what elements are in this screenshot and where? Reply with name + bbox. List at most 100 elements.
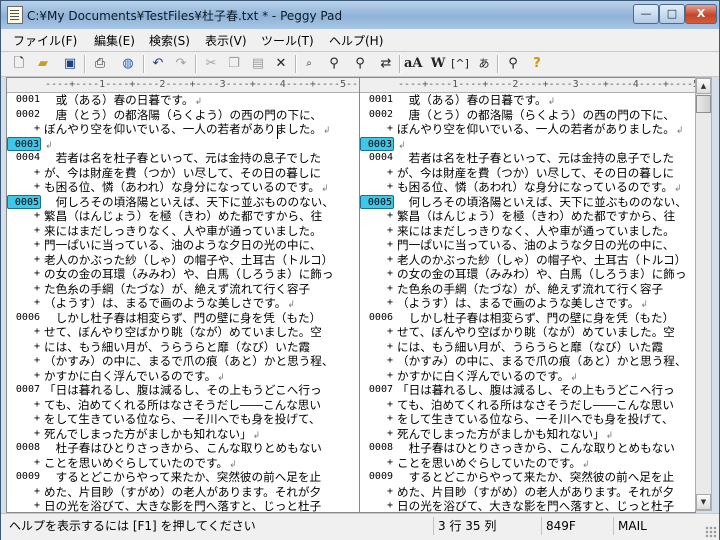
text-line[interactable]: ↲: [397, 137, 406, 152]
text-line[interactable]: には、もう細い月が、うらうらと靡（なび）いた霞: [397, 340, 663, 355]
text-line[interactable]: 繁昌（はんじょう）を極（きわ）めた都ですから、往: [44, 209, 322, 224]
text-line[interactable]: 老人のかぶった紗（しゃ）の帽子や、土耳古（トルコ）: [397, 253, 686, 268]
text-line[interactable]: 或（ある）春の日暮です。↲: [44, 93, 203, 108]
undo-icon[interactable]: ↶: [149, 55, 167, 73]
text-line[interactable]: かすかに白く浮んでいるのです。↲: [44, 369, 225, 384]
text-line[interactable]: 「日は暮れるし、腹は減るし、その上もうどこへ行っ: [397, 383, 675, 398]
maximize-button[interactable]: □: [659, 4, 685, 24]
text-line[interactable]: 何しろその頃洛陽といえば、天下に並ぶもののない、: [44, 195, 334, 210]
text-line[interactable]: をして生きている位なら、一そ川へでも身を投げて、: [397, 412, 674, 427]
delete-icon[interactable]: ✕: [272, 55, 290, 73]
ruby-icon[interactable]: あ: [475, 55, 493, 73]
text-line[interactable]: 若者は名を杜子春といって、元は金持の息子でした: [397, 151, 675, 166]
text-line[interactable]: ことを思いめぐらしていたのです。↲: [397, 456, 590, 471]
paste-icon[interactable]: ▤: [249, 55, 267, 73]
text-line[interactable]: の女の金の耳環（みみわ）や、白馬（しろうま）に飾っ: [397, 267, 687, 282]
text-line[interactable]: 杜子春はひとりさっきから、こんな取りとめもない: [44, 441, 322, 456]
cut-icon[interactable]: ✂: [202, 55, 220, 73]
text-line[interactable]: 唐（とう）の都洛陽（らくよう）の西の門の下に、: [44, 108, 322, 123]
text-line[interactable]: 若者は名を杜子春といって、元は金持の息子でした: [44, 151, 322, 166]
text-line[interactable]: 門一ぱいに当っている、油のような夕日の光の中に、: [397, 238, 674, 253]
find-prev-icon[interactable]: ⚲: [351, 55, 369, 73]
new-file-icon[interactable]: 🗋: [10, 55, 28, 73]
notepad-app-icon[interactable]: [7, 6, 23, 24]
scroll-down-icon[interactable]: ▼: [696, 494, 711, 510]
text-area[interactable]: 或（ある）春の日暮です。↲ 唐（とう）の都洛陽（らくよう）の西の門の下に、 ぼんや…: [397, 93, 695, 512]
title-bar[interactable]: C:¥My Documents¥TestFiles¥杜子春.txt * - Pe…: [1, 1, 719, 29]
text-line[interactable]: 何しろその頃洛陽といえば、天下に並ぶもののない、: [397, 195, 687, 210]
text-line[interactable]: せて、ぼんやり空ばかり眺（なが）めていました。空: [44, 325, 322, 340]
text-line[interactable]: （かすみ）の中に、まるで爪の痕（あと）かと思う程、: [44, 354, 334, 369]
scroll-thumb[interactable]: [696, 95, 711, 113]
text-line[interactable]: ても、泊めてくれる所はなさそうだし――こんな思い: [44, 398, 321, 413]
text-line[interactable]: ても、泊めてくれる所はなさそうだし――こんな思い: [397, 398, 674, 413]
menu-edit[interactable]: 編集(E): [94, 32, 135, 49]
text-line[interactable]: （ようす）は、まるで画のような美しさです。↲: [397, 296, 648, 311]
line-number: +: [386, 224, 393, 236]
menu-tools[interactable]: ツール(T): [261, 32, 314, 49]
search-files-icon[interactable]: ⚲: [504, 55, 522, 73]
text-line[interactable]: 門一ぱいに当っている、油のような夕日の光の中に、: [44, 238, 321, 253]
text-line[interactable]: の女の金の耳環（みみわ）や、白馬（しろうま）に飾っ: [44, 267, 334, 282]
text-line[interactable]: た色糸の手綱（たづな）が、絶えず流れて行く容子: [397, 282, 663, 297]
copy-icon[interactable]: ❐: [225, 55, 243, 73]
bracket-icon[interactable]: [^]: [451, 55, 469, 73]
browser-globe-icon[interactable]: ◍: [119, 55, 137, 73]
text-line[interactable]: が、今は財産を費（つか）い尽して、その日の暮しに: [44, 166, 321, 181]
menu-view[interactable]: 表示(V): [205, 32, 247, 49]
text-area[interactable]: 或（ある）春の日暮です。↲ 唐（とう）の都洛陽（らくよう）の西の門の下に、 ぼんや…: [44, 93, 361, 512]
text-line[interactable]: 来にはまだしっきりなく、人や車が通っていました。: [44, 224, 322, 239]
text-line[interactable]: 死んでしまった方がましかも知れない」↲: [397, 427, 613, 442]
find-icon[interactable]: ⌕: [300, 55, 318, 73]
text-line[interactable]: をして生きている位なら、一そ川へでも身を投げて、: [44, 412, 321, 427]
text-line[interactable]: 或（ある）春の日暮です。↲: [397, 93, 556, 108]
font-size-icon[interactable]: aA: [404, 55, 423, 73]
close-button[interactable]: X: [685, 4, 717, 24]
text-line[interactable]: 繁昌（はんじょう）を極（きわ）めた都ですから、往: [397, 209, 675, 224]
menu-search[interactable]: 検索(S): [149, 32, 190, 49]
save-icon[interactable]: ▣: [61, 55, 79, 73]
open-folder-icon[interactable]: ▰: [34, 55, 52, 73]
text-line[interactable]: するとどこからやって来たか、突然彼の前へ足を止: [397, 470, 675, 485]
editor-pane-right[interactable]: ----+----1----+----2----+----3----+----4…: [359, 77, 696, 513]
text-line[interactable]: も困る位、憐（あわれ）な身分になっているのです。↲: [44, 180, 328, 195]
resize-grip-icon[interactable]: [705, 526, 717, 538]
redo-icon[interactable]: ↷: [172, 55, 190, 73]
text-line[interactable]: 唐（とう）の都洛陽（らくよう）の西の門の下に、: [397, 108, 675, 123]
text-line[interactable]: （かすみ）の中に、まるで爪の痕（あと）かと思う程、: [397, 354, 687, 369]
text-line[interactable]: 「日は暮れるし、腹は減るし、その上もうどこへ行っ: [44, 383, 322, 398]
text-line[interactable]: かすかに白く浮んでいるのです。↲: [397, 369, 578, 384]
replace-icon[interactable]: ⇄: [377, 55, 395, 73]
text-line[interactable]: 杜子春はひとりさっきから、こんな取りとめもない: [397, 441, 675, 456]
text-line[interactable]: せて、ぼんやり空ばかり眺（なが）めていました。空: [397, 325, 675, 340]
text-line[interactable]: ぼんやり空を仰いでいる、一人の若者がありました。↲: [44, 122, 330, 137]
text-line[interactable]: （ようす）は、まるで画のような美しさです。↲: [44, 296, 295, 311]
text-line[interactable]: しかし杜子春は相変らず、門の壁に身を凭（もた）: [397, 311, 675, 326]
menu-file[interactable]: ファイル(F): [13, 32, 77, 49]
text-line[interactable]: ↲: [44, 137, 53, 152]
text-line[interactable]: が、今は財産を費（つか）い尽して、その日の暮しに: [397, 166, 674, 181]
help-icon[interactable]: ?: [528, 55, 546, 73]
text-line[interactable]: しかし杜子春は相変らず、門の壁に身を凭（もた）: [44, 311, 322, 326]
text-line[interactable]: 日の光を浴びて、大きな影を門へ落すと、じっと杜子: [44, 499, 321, 512]
text-line[interactable]: 来にはまだしっきりなく、人や車が通っていました。: [397, 224, 675, 239]
text-line[interactable]: 老人のかぶった紗（しゃ）の帽子や、土耳古（トルコ）: [44, 253, 333, 268]
text-line[interactable]: するとどこからやって来たか、突然彼の前へ足を止: [44, 470, 322, 485]
text-line[interactable]: には、もう細い月が、うらうらと靡（なび）いた霞: [44, 340, 310, 355]
text-line[interactable]: も困る位、憐（あわれ）な身分になっているのです。↲: [397, 180, 681, 195]
word-count-icon[interactable]: W: [429, 55, 447, 73]
text-line[interactable]: た色糸の手綱（たづな）が、絶えず流れて行く容子: [44, 282, 310, 297]
text-line[interactable]: ぼんやり空を仰いでいる、一人の若者がありました。↲: [397, 122, 683, 137]
minimize-button[interactable]: —: [633, 4, 659, 24]
print-icon[interactable]: ⎙: [91, 55, 109, 73]
menu-help[interactable]: ヘルプ(H): [329, 32, 383, 49]
editor-pane-left[interactable]: ----+----1----+----2----+----3----+----4…: [6, 77, 362, 513]
vertical-scrollbar[interactable]: ▲ ▼: [695, 77, 712, 511]
text-line[interactable]: 死んでしまった方がましかも知れない」↲: [44, 427, 260, 442]
text-line[interactable]: ことを思いめぐらしていたのです。↲: [44, 456, 237, 471]
text-line[interactable]: めた、片目眇（すがめ）の老人があります。それが夕: [44, 485, 321, 500]
text-line[interactable]: 日の光を浴びて、大きな影を門へ落すと、じっと杜子: [397, 499, 674, 512]
scroll-up-icon[interactable]: ▲: [696, 78, 711, 94]
text-line[interactable]: めた、片目眇（すがめ）の老人があります。それが夕: [397, 485, 674, 500]
find-next-icon[interactable]: ⚲: [325, 55, 343, 73]
